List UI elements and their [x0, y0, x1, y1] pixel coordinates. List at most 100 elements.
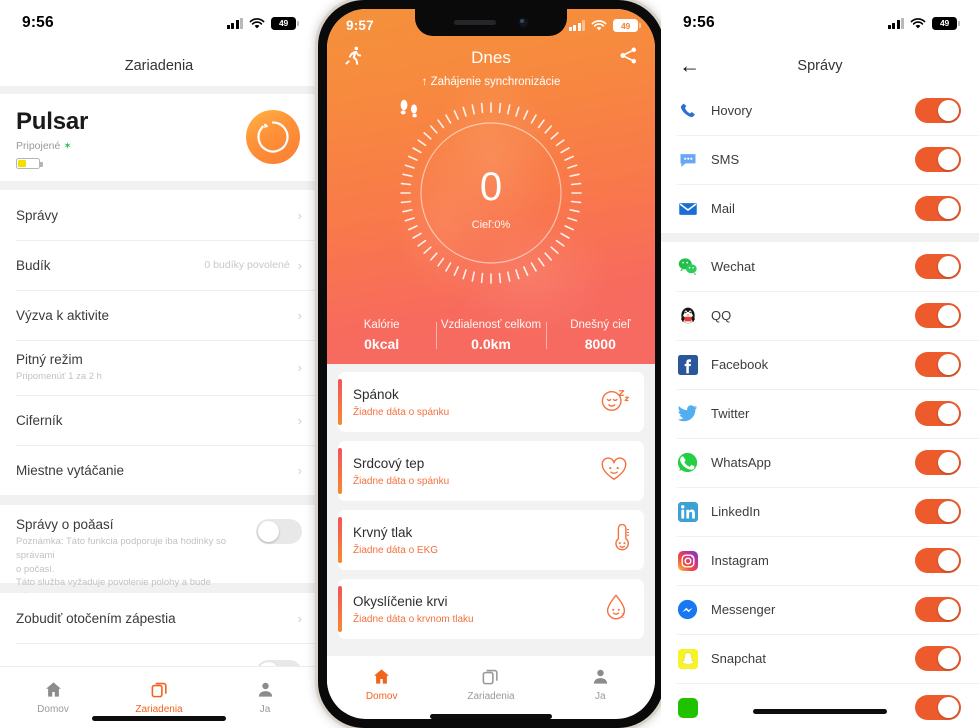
metric-card-krvny-tlak[interactable]: Krvný tlak Žiadne dáta o EKG: [338, 510, 644, 570]
status-battery-icon: 49: [613, 19, 641, 32]
tab-zariadenia[interactable]: Zariadenia: [436, 667, 545, 702]
settings-row-wrist-wake[interactable]: Zobudiť otočením zápestia ›: [0, 593, 318, 643]
wifi-icon: [249, 17, 265, 29]
app-toggle-messenger[interactable]: [915, 597, 961, 622]
app-toggle-twitter[interactable]: [915, 401, 961, 426]
card-subtitle: Žiadne dáta o krvnom tlaku: [353, 613, 474, 625]
app-row-hovory[interactable]: Hovory: [661, 86, 979, 135]
app-row-facebook[interactable]: Facebook: [661, 340, 979, 389]
settings-row-weather-notifications[interactable]: Správy o poǎasí Poznámka: Táto funkcia p…: [0, 505, 318, 602]
person-icon: [593, 669, 607, 684]
device-connection-label: Pripojené: [16, 140, 61, 152]
app-name: QQ: [711, 308, 732, 323]
line-icon: [677, 697, 698, 718]
app-row-linkedin[interactable]: LinkedIn: [661, 487, 979, 536]
status-time: 9:56: [683, 14, 715, 31]
app-toggle-partial[interactable]: [915, 695, 961, 720]
home-indicator: [430, 714, 552, 719]
stat-label: Kalórie: [363, 319, 400, 331]
settings-row-spravy[interactable]: Správy ›: [0, 190, 318, 240]
middle-tab-bar: Domov Zariadenia Ja: [327, 656, 655, 712]
app-row-wechat[interactable]: Wechat: [661, 242, 979, 291]
page-title: Správy: [797, 58, 843, 74]
settings-row-cifernik[interactable]: Ciferník ›: [0, 395, 318, 445]
settings-row-budik[interactable]: Budík 0 budíky povolené ›: [0, 240, 318, 290]
row-sublabel: Pripomenúť 1 za 2 h: [16, 370, 102, 382]
app-toggle-wechat[interactable]: [915, 254, 961, 279]
app-toggle-whatsapp[interactable]: [915, 450, 961, 475]
app-toggle-instagram[interactable]: [915, 548, 961, 573]
steps-dial[interactable]: 0 Cieľ:0%: [396, 98, 586, 288]
running-man-icon[interactable]: [343, 45, 364, 71]
row-note-line-2: o počasí.: [16, 563, 55, 575]
sync-status-text[interactable]: ↑ Zahájenie synchronizácie: [327, 76, 655, 88]
tab-ja[interactable]: Ja: [212, 667, 318, 728]
settings-row-pitny-rezim[interactable]: Pitný režim Pripomenúť 1 za 2 h ›: [0, 340, 318, 395]
device-battery-icon: [16, 158, 43, 169]
device-card[interactable]: Pulsar Pripojené ✶: [0, 94, 318, 181]
row-label: Budík: [16, 257, 51, 273]
app-row-snapchat[interactable]: Snapchat: [661, 634, 979, 683]
app-row-mail[interactable]: Mail: [661, 184, 979, 233]
pulsar-watch-logo-icon: [246, 110, 300, 164]
app-row-whatsapp[interactable]: WhatsApp: [661, 438, 979, 487]
card-subtitle: Žiadne dáta o spánku: [353, 475, 450, 487]
stat-dnesny-ciel: Dnešný cieľ 8000: [545, 319, 655, 352]
section-gap: [0, 86, 318, 94]
devices-icon: [151, 682, 167, 698]
metric-card-spanok[interactable]: Spánok Žiadne dáta o spánku: [338, 372, 644, 432]
row-label: Pitný režim: [16, 351, 83, 367]
settings-row-vyzva-k-aktivite[interactable]: Výzva k aktivite ›: [0, 290, 318, 340]
card-title: Krvný tlak: [353, 524, 413, 540]
app-toggle-linkedin[interactable]: [915, 499, 961, 524]
thermometer-face-icon: [605, 523, 630, 557]
tab-domov[interactable]: Domov: [0, 667, 106, 728]
weather-notifications-toggle[interactable]: [256, 519, 302, 544]
settings-row-miestne-vytacanie[interactable]: Miestne vytáčanie ›: [0, 445, 318, 495]
share-icon[interactable]: [618, 45, 639, 71]
home-indicator: [753, 709, 887, 714]
mail-icon: [677, 198, 698, 219]
app-toggle-qq[interactable]: [915, 303, 961, 328]
app-row-sms[interactable]: SMS: [661, 135, 979, 184]
tab-label: Domov: [37, 704, 69, 715]
card-accent-bar: [338, 379, 342, 425]
app-toggle-hovory[interactable]: [915, 98, 961, 123]
chevron-right-icon: ›: [297, 610, 302, 626]
phone-icon: [677, 100, 698, 121]
home-icon: [374, 668, 390, 684]
app-row-twitter[interactable]: Twitter: [661, 389, 979, 438]
today-hero-panel: 9:57 49 Dnes ↑ Zahájenie synchronizácie …: [327, 9, 655, 364]
metric-card-okyslicenie-krvi[interactable]: Okyslíčenie krvi Žiadne dáta o krvnom tl…: [338, 579, 644, 639]
dial-center: 0 Cieľ:0%: [396, 98, 586, 288]
left-navbar: Zariadenia: [0, 46, 318, 86]
right-phone-screen: 9:56 49 ← Správy Hovory SMS Mail Wechat …: [661, 0, 979, 728]
app-name: Hovory: [711, 103, 753, 118]
app-toggle-facebook[interactable]: [915, 352, 961, 377]
app-name: Wechat: [711, 259, 755, 274]
app-row-instagram[interactable]: Instagram: [661, 536, 979, 585]
app-row-qq[interactable]: QQ: [661, 291, 979, 340]
app-row-messenger[interactable]: Messenger: [661, 585, 979, 634]
arrow-left-icon[interactable]: ←: [679, 56, 700, 77]
app-toggle-sms[interactable]: [915, 147, 961, 172]
wifi-icon: [591, 19, 607, 32]
hero-stats: Kalórie 0kcal Vzdialenosť celkom 0.0km D…: [327, 319, 655, 352]
home-icon: [45, 682, 61, 697]
tab-label: Ja: [595, 690, 606, 702]
app-name: Twitter: [711, 406, 750, 421]
metric-card-srdcovy-tep[interactable]: Srdcový tep Žiadne dáta o spánku: [338, 441, 644, 501]
app-toggle-snapchat[interactable]: [915, 646, 961, 671]
snapchat-icon: [677, 648, 698, 669]
tab-ja[interactable]: Ja: [546, 667, 655, 702]
middle-navbar: Dnes: [327, 42, 655, 74]
row-label: Správy: [16, 207, 59, 223]
app-toggle-mail[interactable]: [915, 196, 961, 221]
status-time: 9:57: [346, 18, 374, 33]
row-label: Výzva k aktivite: [16, 307, 110, 323]
tab-domov[interactable]: Domov: [327, 667, 436, 702]
messenger-icon: [677, 599, 698, 620]
app-row-partially-visible[interactable]: [661, 683, 979, 728]
tab-label: Ja: [259, 704, 271, 715]
blood-drop-face-icon: 2: [603, 593, 629, 626]
